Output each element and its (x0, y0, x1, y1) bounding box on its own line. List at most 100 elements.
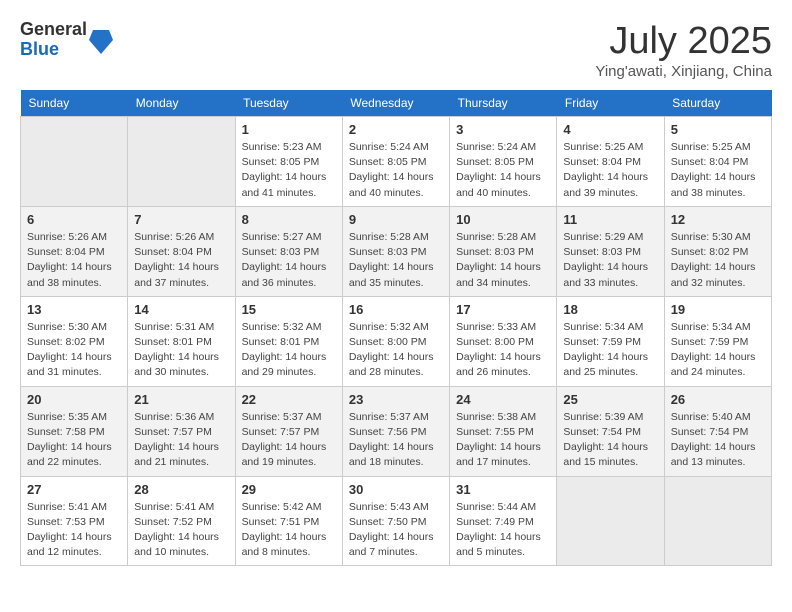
day-info: Sunrise: 5:41 AM Sunset: 7:52 PM Dayligh… (134, 500, 228, 561)
calendar-cell (557, 476, 664, 566)
logo: General Blue (20, 20, 113, 60)
day-info: Sunrise: 5:37 AM Sunset: 7:56 PM Dayligh… (349, 410, 443, 471)
calendar-week-row-5: 27Sunrise: 5:41 AM Sunset: 7:53 PM Dayli… (21, 476, 772, 566)
day-info: Sunrise: 5:26 AM Sunset: 8:04 PM Dayligh… (134, 230, 228, 291)
day-info: Sunrise: 5:32 AM Sunset: 8:00 PM Dayligh… (349, 320, 443, 381)
day-number: 25 (563, 392, 657, 407)
day-number: 7 (134, 212, 228, 227)
calendar-cell: 6 Sunrise: 5:26 AM Sunset: 8:04 PM Daylig… (21, 206, 128, 296)
day-info: Sunrise: 5:28 AM Sunset: 8:03 PM Dayligh… (456, 230, 550, 291)
day-info: Sunrise: 5:23 AM Sunset: 8:05 PM Dayligh… (242, 140, 336, 201)
logo-text: General Blue (20, 20, 87, 60)
day-number: 18 (563, 302, 657, 317)
day-number: 23 (349, 392, 443, 407)
day-number: 22 (242, 392, 336, 407)
day-info: Sunrise: 5:40 AM Sunset: 7:54 PM Dayligh… (671, 410, 765, 471)
calendar-cell: 5Sunrise: 5:25 AM Sunset: 8:04 PM Daylig… (664, 117, 771, 207)
day-info: Sunrise: 5:30 AM Sunset: 8:02 PM Dayligh… (671, 230, 765, 291)
day-number: 26 (671, 392, 765, 407)
calendar-cell: 8 Sunrise: 5:27 AM Sunset: 8:03 PM Daylig… (235, 206, 342, 296)
weekday-header-tuesday: Tuesday (235, 90, 342, 117)
calendar-cell: 4Sunrise: 5:25 AM Sunset: 8:04 PM Daylig… (557, 117, 664, 207)
calendar-table: SundayMondayTuesdayWednesdayThursdayFrid… (20, 90, 772, 566)
day-info: Sunrise: 5:38 AM Sunset: 7:55 PM Dayligh… (456, 410, 550, 471)
calendar-cell: 27Sunrise: 5:41 AM Sunset: 7:53 PM Dayli… (21, 476, 128, 566)
calendar-cell: 11Sunrise: 5:29 AM Sunset: 8:03 PM Dayli… (557, 206, 664, 296)
calendar-cell (664, 476, 771, 566)
day-info: Sunrise: 5:42 AM Sunset: 7:51 PM Dayligh… (242, 500, 336, 561)
calendar-cell: 2Sunrise: 5:24 AM Sunset: 8:05 PM Daylig… (342, 117, 449, 207)
day-info: Sunrise: 5:30 AM Sunset: 8:02 PM Dayligh… (27, 320, 121, 381)
calendar-cell (21, 117, 128, 207)
calendar-cell: 17 Sunrise: 5:33 AM Sunset: 8:00 PM Dayli… (450, 296, 557, 386)
day-number: 28 (134, 482, 228, 497)
day-number: 17 (456, 302, 550, 317)
day-number: 1 (242, 122, 336, 137)
day-info: Sunrise: 5:41 AM Sunset: 7:53 PM Dayligh… (27, 500, 121, 561)
page-header: General Blue July 2025 Ying'awati, Xinji… (20, 20, 772, 80)
day-number: 8 (242, 212, 336, 227)
title-block: July 2025 Ying'awati, Xinjiang, China (595, 20, 772, 80)
day-number: 29 (242, 482, 336, 497)
logo-general: General (20, 20, 87, 40)
calendar-week-row-1: 1 Sunrise: 5:23 AM Sunset: 8:05 PM Daylig… (21, 117, 772, 207)
calendar-cell (128, 117, 235, 207)
calendar-cell: 9Sunrise: 5:28 AM Sunset: 8:03 PM Daylig… (342, 206, 449, 296)
day-number: 9 (349, 212, 443, 227)
day-info: Sunrise: 5:37 AM Sunset: 7:57 PM Dayligh… (242, 410, 336, 471)
day-info: Sunrise: 5:34 AM Sunset: 7:59 PM Dayligh… (671, 320, 765, 381)
day-number: 10 (456, 212, 550, 227)
day-info: Sunrise: 5:35 AM Sunset: 7:58 PM Dayligh… (27, 410, 121, 471)
calendar-cell: 15Sunrise: 5:32 AM Sunset: 8:01 PM Dayli… (235, 296, 342, 386)
day-number: 13 (27, 302, 121, 317)
day-info: Sunrise: 5:34 AM Sunset: 7:59 PM Dayligh… (563, 320, 657, 381)
calendar-cell: 18 Sunrise: 5:34 AM Sunset: 7:59 PM Dayli… (557, 296, 664, 386)
calendar-cell: 24 Sunrise: 5:38 AM Sunset: 7:55 PM Dayli… (450, 386, 557, 476)
day-info: Sunrise: 5:43 AM Sunset: 7:50 PM Dayligh… (349, 500, 443, 561)
weekday-header-row: SundayMondayTuesdayWednesdayThursdayFrid… (21, 90, 772, 117)
day-number: 3 (456, 122, 550, 137)
weekday-header-wednesday: Wednesday (342, 90, 449, 117)
calendar-cell: 14Sunrise: 5:31 AM Sunset: 8:01 PM Dayli… (128, 296, 235, 386)
calendar-cell: 29 Sunrise: 5:42 AM Sunset: 7:51 PM Dayli… (235, 476, 342, 566)
day-number: 6 (27, 212, 121, 227)
weekday-header-friday: Friday (557, 90, 664, 117)
weekday-header-saturday: Saturday (664, 90, 771, 117)
day-number: 5 (671, 122, 765, 137)
calendar-cell: 22 Sunrise: 5:37 AM Sunset: 7:57 PM Dayli… (235, 386, 342, 476)
calendar-cell: 19 Sunrise: 5:34 AM Sunset: 7:59 PM Dayli… (664, 296, 771, 386)
calendar-cell: 26 Sunrise: 5:40 AM Sunset: 7:54 PM Dayli… (664, 386, 771, 476)
calendar-week-row-4: 20 Sunrise: 5:35 AM Sunset: 7:58 PM Dayli… (21, 386, 772, 476)
day-info: Sunrise: 5:44 AM Sunset: 7:49 PM Dayligh… (456, 500, 550, 561)
weekday-header-sunday: Sunday (21, 90, 128, 117)
calendar-cell: 28 Sunrise: 5:41 AM Sunset: 7:52 PM Dayli… (128, 476, 235, 566)
calendar-cell: 21Sunrise: 5:36 AM Sunset: 7:57 PM Dayli… (128, 386, 235, 476)
day-info: Sunrise: 5:27 AM Sunset: 8:03 PM Dayligh… (242, 230, 336, 291)
day-info: Sunrise: 5:33 AM Sunset: 8:00 PM Dayligh… (456, 320, 550, 381)
location-title: Ying'awati, Xinjiang, China (595, 63, 772, 80)
day-info: Sunrise: 5:25 AM Sunset: 8:04 PM Dayligh… (563, 140, 657, 201)
day-info: Sunrise: 5:26 AM Sunset: 8:04 PM Dayligh… (27, 230, 121, 291)
day-info: Sunrise: 5:24 AM Sunset: 8:05 PM Dayligh… (349, 140, 443, 201)
weekday-header-monday: Monday (128, 90, 235, 117)
month-title: July 2025 (595, 20, 772, 63)
calendar-cell: 16 Sunrise: 5:32 AM Sunset: 8:00 PM Dayli… (342, 296, 449, 386)
calendar-week-row-2: 6 Sunrise: 5:26 AM Sunset: 8:04 PM Daylig… (21, 206, 772, 296)
calendar-cell: 13 Sunrise: 5:30 AM Sunset: 8:02 PM Dayli… (21, 296, 128, 386)
calendar-cell: 1 Sunrise: 5:23 AM Sunset: 8:05 PM Daylig… (235, 117, 342, 207)
day-number: 20 (27, 392, 121, 407)
day-number: 15 (242, 302, 336, 317)
logo-icon (89, 26, 113, 54)
day-number: 14 (134, 302, 228, 317)
calendar-cell: 25Sunrise: 5:39 AM Sunset: 7:54 PM Dayli… (557, 386, 664, 476)
day-info: Sunrise: 5:29 AM Sunset: 8:03 PM Dayligh… (563, 230, 657, 291)
calendar-cell: 7 Sunrise: 5:26 AM Sunset: 8:04 PM Daylig… (128, 206, 235, 296)
logo-blue: Blue (20, 40, 87, 60)
calendar-cell: 3 Sunrise: 5:24 AM Sunset: 8:05 PM Daylig… (450, 117, 557, 207)
day-number: 30 (349, 482, 443, 497)
day-number: 24 (456, 392, 550, 407)
day-number: 19 (671, 302, 765, 317)
day-info: Sunrise: 5:24 AM Sunset: 8:05 PM Dayligh… (456, 140, 550, 201)
day-number: 16 (349, 302, 443, 317)
calendar-cell: 20 Sunrise: 5:35 AM Sunset: 7:58 PM Dayli… (21, 386, 128, 476)
